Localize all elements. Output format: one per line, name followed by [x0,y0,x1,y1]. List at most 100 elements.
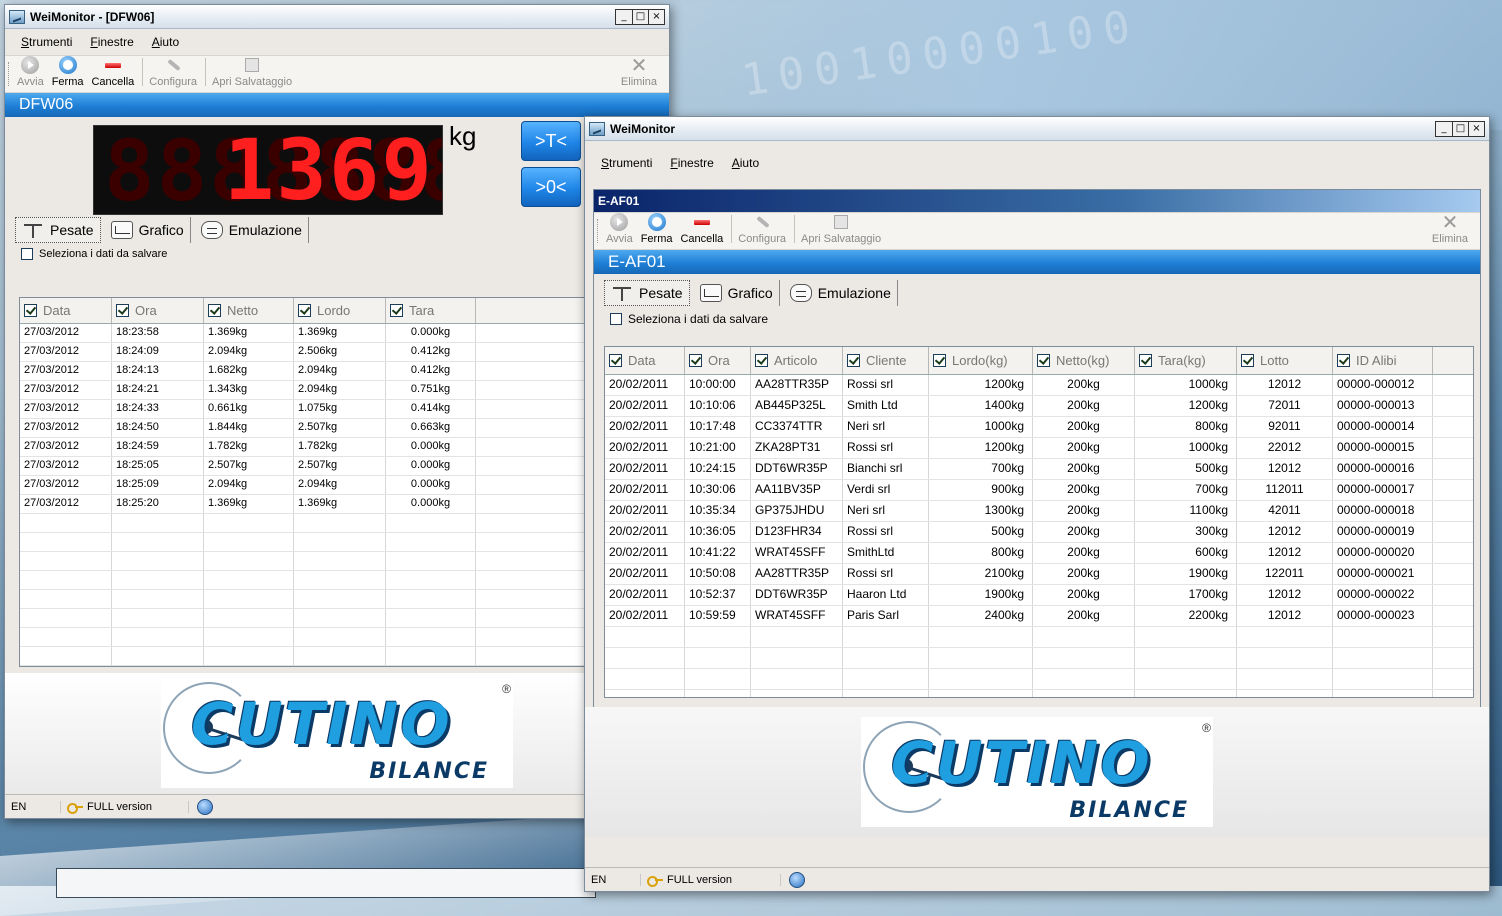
table-row[interactable]: 20/02/2011 10:41:22 WRAT45SFF SmithLtd 800kg… [605,543,1473,564]
menu-finestre[interactable]: Finestre [670,156,713,170]
avvia-button[interactable]: Avvia [604,213,635,245]
table-row[interactable]: 20/02/2011 10:10:06 AB445P325L Smith Ltd 140… [605,396,1473,417]
table-row[interactable]: 20/02/2011 10:50:08 AA28TTR35P Rossi srl 210… [605,564,1473,585]
column-ora[interactable]: Ora [685,347,751,374]
close-button[interactable]: × [648,9,664,24]
table-row[interactable]: 27/03/2012 18:24:33 0.661kg 1.075kg 0.414kg [20,400,588,419]
table-row[interactable] [20,609,588,628]
column-netto[interactable]: Netto [204,298,294,323]
menu-aiuto[interactable]: Aiuto [732,156,759,170]
column-checkbox[interactable] [933,354,946,367]
table-row[interactable]: 27/03/2012 18:24:50 1.844kg 2.507kg 0.663kg [20,419,588,438]
configura-button[interactable]: Configura [736,213,788,245]
tare-button[interactable]: >T< [521,121,581,161]
table-row[interactable] [20,647,588,666]
ferma-button[interactable]: Ferma [50,56,86,88]
column-cliente[interactable]: Cliente [843,347,929,374]
table-row[interactable]: 20/02/2011 10:35:34 GP375JHDU Neri srl 1300k… [605,501,1473,522]
table-row[interactable]: 20/02/2011 10:59:59 WRAT45SFF Paris Sarl 240… [605,606,1473,627]
table-row[interactable] [20,514,588,533]
tab-grafico[interactable]: Grafico [694,280,780,306]
column-id-alibi[interactable]: ID Alibi [1333,347,1433,374]
tab-pesate[interactable]: Pesate [604,280,690,306]
column-articolo[interactable]: Articolo [751,347,843,374]
language-indicator[interactable]: EN [5,800,61,813]
table-row[interactable] [20,666,588,667]
table-row[interactable]: 27/03/2012 18:23:58 1.369kg 1.369kg 0.000kg [20,324,588,343]
table-row[interactable]: 20/02/2011 10:00:00 AA28TTR35P Rossi srl 120… [605,375,1473,396]
column-checkbox[interactable] [689,354,702,367]
maximize-button[interactable]: □ [632,9,648,24]
elimina-button[interactable]: ✕ Elimina [619,55,659,88]
globe-icon[interactable] [197,798,213,815]
menu-finestre[interactable]: Finestre [90,35,133,49]
title-bar[interactable]: WeiMonitor - [DFW06] _ □ × [5,5,669,29]
table-row[interactable] [605,690,1473,697]
select-data-checkbox[interactable] [610,313,622,325]
apri-salvataggio-button[interactable]: Apri Salvataggio [799,213,883,245]
table-row[interactable]: 27/03/2012 18:25:09 2.094kg 2.094kg 0.000kg [20,476,588,495]
column-checkbox[interactable] [298,304,311,317]
table-row[interactable] [20,533,588,552]
column-lordo[interactable]: Lordo [294,298,386,323]
table-row[interactable] [20,628,588,647]
table-row[interactable] [20,552,588,571]
column-data[interactable]: Data [20,298,112,323]
table-row[interactable] [605,627,1473,648]
title-bar[interactable]: WeiMonitor _ □ × [585,117,1489,141]
column-checkbox[interactable] [116,304,129,317]
language-indicator[interactable]: EN [585,873,641,886]
column-checkbox[interactable] [1139,354,1152,367]
menu-strumenti[interactable]: Strumenti [21,35,72,49]
column-checkbox[interactable] [390,304,403,317]
column-checkbox[interactable] [24,304,37,317]
globe-icon[interactable] [789,871,805,888]
column-tara[interactable]: Tara(kg) [1135,347,1237,374]
table-row[interactable] [20,590,588,609]
table-row[interactable] [605,669,1473,690]
table-row[interactable] [20,571,588,590]
tab-emulazione[interactable]: Emulazione [784,280,898,306]
configura-button[interactable]: Configura [147,56,199,88]
table-row[interactable]: 20/02/2011 10:17:48 CC3374TTR Neri srl 1000k… [605,417,1473,438]
table-row[interactable]: 27/03/2012 18:24:21 1.343kg 2.094kg 0.751kg [20,381,588,400]
avvia-button[interactable]: Avvia [15,56,46,88]
tab-pesate[interactable]: Pesate [15,217,101,243]
ferma-button[interactable]: Ferma [639,213,675,245]
table-row[interactable]: 20/02/2011 10:36:05 D123FHR34 Rossi srl 500k… [605,522,1473,543]
column-checkbox[interactable] [609,354,622,367]
column-tara[interactable]: Tara [386,298,476,323]
close-button[interactable]: × [1468,121,1484,136]
tab-grafico[interactable]: Grafico [105,217,191,243]
minimize-button[interactable]: _ [1436,121,1452,136]
table-row[interactable]: 20/02/2011 10:30:06 AA11BV35P Verdi srl 900k… [605,480,1473,501]
elimina-button[interactable]: ✕ Elimina [1430,212,1470,245]
table-row[interactable]: 27/03/2012 18:25:05 2.507kg 2.507kg 0.000kg [20,457,588,476]
column-checkbox[interactable] [1337,354,1350,367]
minimize-button[interactable]: _ [616,9,632,24]
column-checkbox[interactable] [755,354,768,367]
column-checkbox[interactable] [1037,354,1050,367]
table-row[interactable]: 27/03/2012 18:24:09 2.094kg 2.506kg 0.412kg [20,343,588,362]
menu-aiuto[interactable]: Aiuto [152,35,179,49]
table-row[interactable]: 27/03/2012 18:25:20 1.369kg 1.369kg 0.000kg [20,495,588,514]
column-data[interactable]: Data [605,347,685,374]
table-row[interactable]: 27/03/2012 18:24:59 1.782kg 1.782kg 0.000kg [20,438,588,457]
menu-strumenti[interactable]: Strumenti [601,156,652,170]
cancella-button[interactable]: Cancella [678,213,725,245]
table-row[interactable]: 20/02/2011 10:21:00 ZKA28PT31 Rossi srl 1200… [605,438,1473,459]
zero-button[interactable]: >0< [521,167,581,207]
table-row[interactable]: 27/03/2012 18:24:13 1.682kg 2.094kg 0.412kg [20,362,588,381]
apri-salvataggio-button[interactable]: Apri Salvataggio [210,56,294,88]
table-row[interactable]: 20/02/2011 10:24:15 DDT6WR35P Bianchi srl 70… [605,459,1473,480]
select-data-checkbox[interactable] [21,248,33,260]
table-row[interactable]: 20/02/2011 10:52:37 DDT6WR35P Haaron Ltd 190… [605,585,1473,606]
column-checkbox[interactable] [208,304,221,317]
tab-emulazione[interactable]: Emulazione [195,217,309,243]
maximize-button[interactable]: □ [1452,121,1468,136]
table-row[interactable] [605,648,1473,669]
column-lordo[interactable]: Lordo(kg) [929,347,1033,374]
child-title-bar[interactable]: E-AF01 [594,190,1480,212]
column-checkbox[interactable] [1241,354,1254,367]
column-ora[interactable]: Ora [112,298,204,323]
